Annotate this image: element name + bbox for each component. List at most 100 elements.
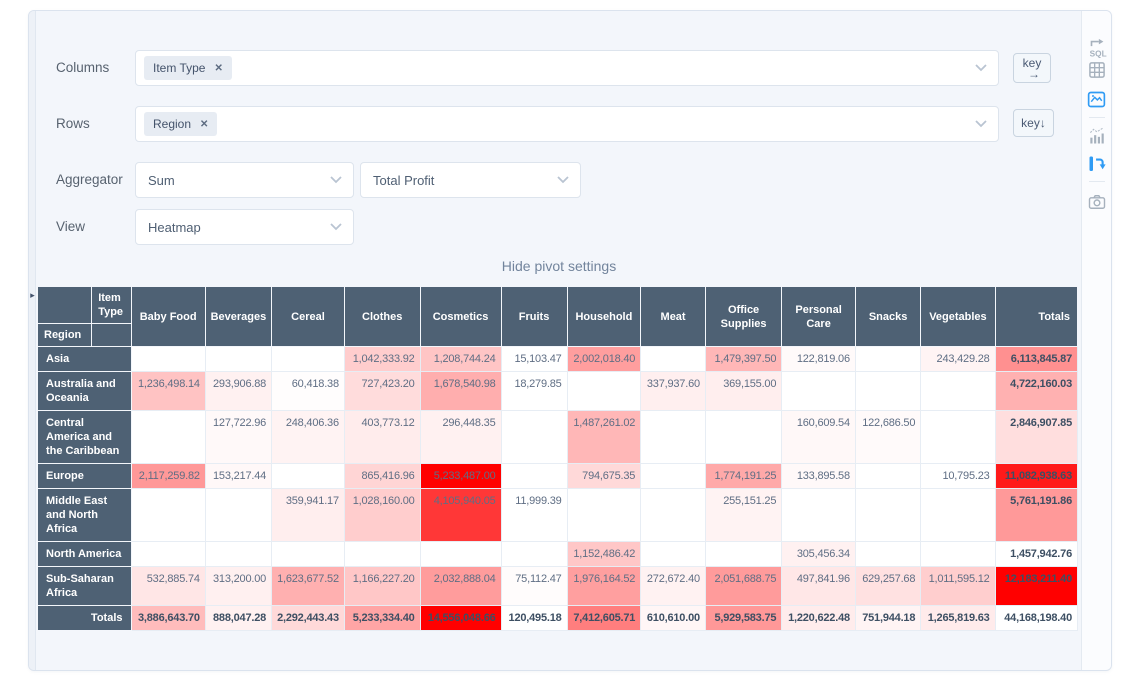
- row-total-cell: 6,113,845.87: [995, 347, 1077, 372]
- pivot-value-cell: 313,200.00: [205, 567, 271, 606]
- pivot-value-cell: 629,257.68: [855, 567, 920, 606]
- pivot-value-cell: 243,429.28: [921, 347, 995, 372]
- row-total-cell: 1,457,942.76: [995, 542, 1077, 567]
- pivot-value-cell: [641, 489, 706, 542]
- row-label: North America: [38, 542, 132, 567]
- pivot-value-cell: 2,002,018.40: [567, 347, 641, 372]
- pivot-value-cell: 1,152,486.42: [567, 542, 641, 567]
- grand-total-cell: 44,168,198.40: [995, 606, 1077, 631]
- col-header: Meat: [641, 287, 706, 347]
- rows-label: Rows: [56, 116, 90, 131]
- pivot-value-cell: 1,236,498.14: [131, 372, 205, 411]
- pivot-value-cell: 2,117,259.82: [131, 464, 205, 489]
- chevron-down-icon: [330, 223, 342, 231]
- pivot-value-cell: [921, 411, 995, 464]
- pivot-value-cell: 248,406.36: [272, 411, 345, 464]
- pivot-value-cell: 127,722.96: [205, 411, 271, 464]
- col-total-cell: 7,412,605.71: [567, 606, 641, 631]
- col-total-cell: 5,233,334.40: [344, 606, 420, 631]
- remove-chip-icon[interactable]: ✕: [200, 119, 208, 130]
- pivot-value-cell: [921, 372, 995, 411]
- aggregator-select[interactable]: Sum: [135, 162, 354, 198]
- pivot-value-cell: [641, 464, 706, 489]
- pivot-value-cell: [782, 489, 856, 542]
- panel-splitter[interactable]: [29, 11, 36, 670]
- col-total-cell: 610,610.00: [641, 606, 706, 631]
- pivot-value-cell: [641, 542, 706, 567]
- sort-columns-key-button[interactable]: key →: [1013, 53, 1051, 83]
- pivot-value-cell: 1,678,540.98: [420, 372, 501, 411]
- row-label: Australia and Oceania: [38, 372, 132, 411]
- pivot-value-cell: [782, 372, 856, 411]
- sql-editor-icon[interactable]: SQL: [1086, 37, 1108, 59]
- pivot-value-cell: [641, 411, 706, 464]
- pivot-value-cell: [205, 489, 271, 542]
- pivot-value-cell: [921, 489, 995, 542]
- hide-pivot-settings-link[interactable]: Hide pivot settings: [36, 258, 1082, 274]
- table-row: Asia1,042,333.921,208,744.2415,103.472,0…: [38, 347, 1078, 372]
- chevron-down-icon: [975, 120, 987, 128]
- pivot-value-cell: [501, 411, 567, 464]
- row-total-cell: 5,761,191.86: [995, 489, 1077, 542]
- pivot-value-cell: [131, 411, 205, 464]
- aggregator-field-select[interactable]: Total Profit: [360, 162, 581, 198]
- pivot-value-cell: [131, 347, 205, 372]
- pivot-value-cell: 1,028,160.00: [344, 489, 420, 542]
- pivot-value-cell: 75,112.47: [501, 567, 567, 606]
- view-toolbar: SQL: [1081, 11, 1111, 670]
- aggregator-label: Aggregator: [56, 172, 123, 187]
- pivot-value-cell: 293,906.88: [205, 372, 271, 411]
- camera-icon[interactable]: [1086, 191, 1108, 213]
- toolbar-divider: [1089, 181, 1105, 182]
- sort-rows-key-button[interactable]: key ↓: [1013, 109, 1054, 137]
- axis-blank-cell: [92, 324, 131, 347]
- pivot-view-icon[interactable]: [1086, 152, 1108, 174]
- col-header: Fruits: [501, 287, 567, 347]
- rows-chip[interactable]: Region ✕: [144, 112, 217, 136]
- pivot-value-cell: 5,233,487.00: [420, 464, 501, 489]
- row-totals-header: Totals: [995, 287, 1077, 347]
- col-total-cell: 751,944.18: [855, 606, 920, 631]
- col-total-cell: 1,265,819.63: [921, 606, 995, 631]
- pivot-value-cell: [855, 347, 920, 372]
- col-header: Snacks: [855, 287, 920, 347]
- pivot-value-cell: [641, 347, 706, 372]
- columns-label: Columns: [56, 60, 109, 75]
- col-header: Vegetables: [921, 287, 995, 347]
- remove-chip-icon[interactable]: ✕: [214, 63, 222, 74]
- bar-chart-icon[interactable]: [1086, 125, 1108, 147]
- pivot-value-cell: 153,217.44: [205, 464, 271, 489]
- pivot-value-cell: 1,487,261.02: [567, 411, 641, 464]
- pivot-value-cell: [855, 489, 920, 542]
- pivot-value-cell: 1,976,164.52: [567, 567, 641, 606]
- pivot-corner-cell: [38, 287, 92, 324]
- aggregator-value: Sum: [136, 173, 175, 188]
- rows-chip-label: Region: [153, 117, 191, 131]
- col-header: Cosmetics: [420, 287, 501, 347]
- view-select[interactable]: Heatmap: [135, 209, 354, 245]
- pivot-value-cell: [205, 542, 271, 567]
- col-header: Household: [567, 287, 641, 347]
- table-view-icon[interactable]: [1086, 59, 1108, 81]
- pivot-value-cell: [567, 372, 641, 411]
- columns-chip[interactable]: Item Type ✕: [144, 56, 232, 80]
- pivot-value-cell: [855, 372, 920, 411]
- chevron-down-icon: [330, 176, 342, 184]
- pivot-value-cell: 60,418.38: [272, 372, 345, 411]
- columns-select[interactable]: Item Type ✕: [135, 50, 999, 86]
- pivot-value-cell: 1,774,191.25: [705, 464, 781, 489]
- view-value: Heatmap: [136, 220, 201, 235]
- totals-row: Totals3,886,643.70888,047.282,292,443.43…: [38, 606, 1078, 631]
- pivot-value-cell: 160,609.54: [782, 411, 856, 464]
- collapse-panel-arrow[interactable]: ▸: [29, 288, 36, 302]
- table-row: Middle East and North Africa359,941.171,…: [38, 489, 1078, 542]
- col-header: Baby Food: [131, 287, 205, 347]
- pivot-value-cell: [501, 464, 567, 489]
- col-header: Cereal: [272, 287, 345, 347]
- pivot-value-cell: 122,686.50: [855, 411, 920, 464]
- chart-view-icon[interactable]: [1086, 88, 1108, 110]
- col-axis-label: Item Type: [92, 287, 131, 324]
- pivot-value-cell: 296,448.35: [420, 411, 501, 464]
- pivot-value-cell: 11,999.39: [501, 489, 567, 542]
- rows-select[interactable]: Region ✕: [135, 106, 999, 142]
